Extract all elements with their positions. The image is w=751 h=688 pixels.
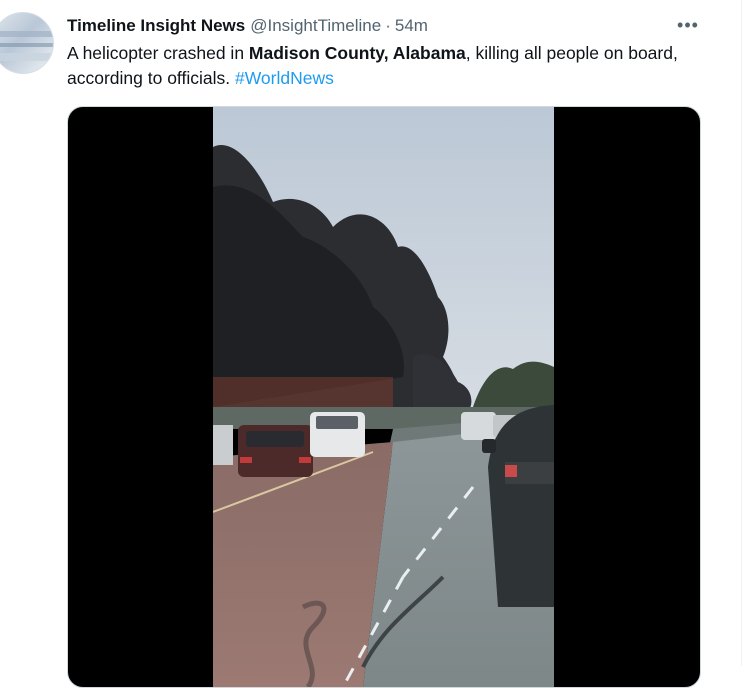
avatar[interactable]	[0, 12, 54, 74]
red-car-tail-light	[240, 457, 252, 463]
tweet-text: A helicopter crashed in Madison County, …	[67, 41, 707, 91]
separator-dot: ·	[385, 16, 391, 35]
dark-suv	[488, 405, 554, 607]
video-player[interactable]	[67, 106, 701, 688]
display-name[interactable]: Timeline Insight News	[67, 16, 245, 36]
tweet-text-part: A helicopter crashed in	[67, 43, 249, 63]
tweet-header: Timeline Insight News @InsightTimeline ·…	[67, 15, 428, 37]
avatar-detail	[0, 53, 53, 61]
user-handle[interactable]: @InsightTimeline	[250, 16, 381, 36]
side-mirror	[482, 439, 496, 453]
hashtag-link[interactable]: #WorldNews	[235, 68, 334, 88]
tweet-text-location: Madison County, Alabama	[248, 43, 466, 63]
avatar-detail	[0, 31, 53, 37]
video-frame[interactable]	[213, 107, 554, 687]
distant-car	[461, 412, 496, 440]
red-car-window	[246, 431, 304, 447]
avatar-detail	[0, 43, 53, 47]
dark-suv-tail-light	[505, 465, 517, 477]
timestamp[interactable]: 54m	[395, 16, 428, 36]
more-options-button[interactable]: •••	[674, 14, 702, 36]
red-car-tail-light	[299, 457, 311, 463]
white-suv-window	[316, 416, 358, 429]
side-vehicle	[213, 425, 233, 465]
tweet-card[interactable]: Timeline Insight News @InsightTimeline ·…	[0, 0, 751, 688]
timeline-divider	[741, 0, 742, 666]
more-horizontal-icon: •••	[677, 14, 699, 35]
